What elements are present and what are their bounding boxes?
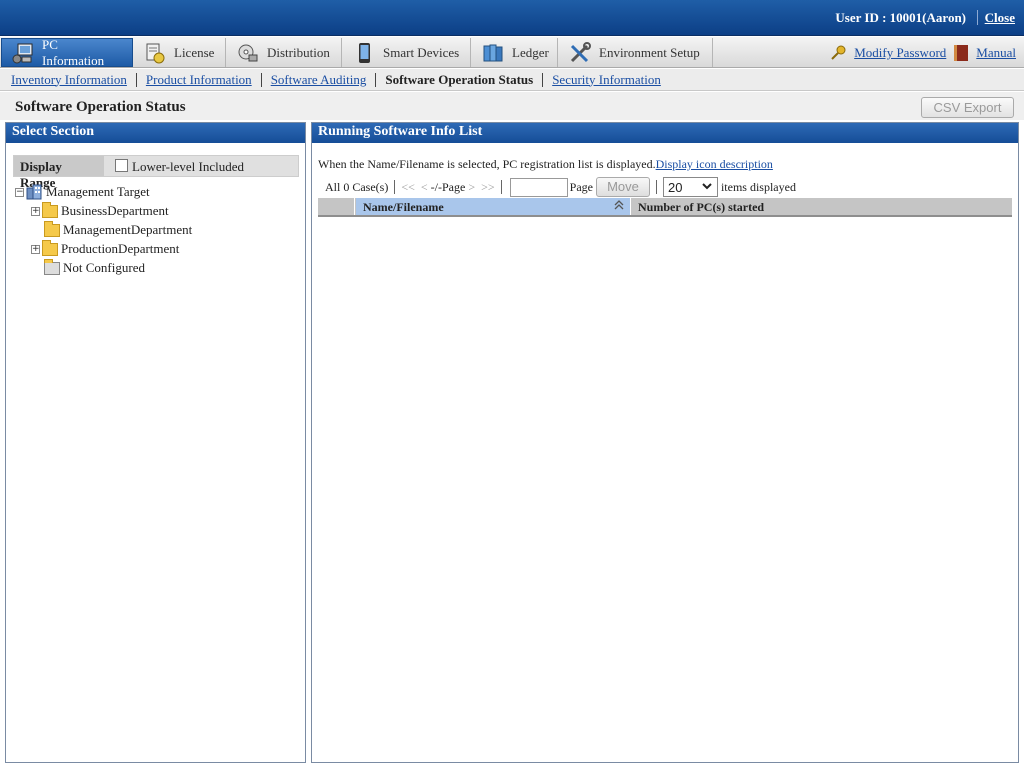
tree-node-root[interactable]: − Management Target	[15, 183, 150, 201]
tab-label: Environment Setup	[599, 44, 700, 60]
expand-icon[interactable]: +	[31, 206, 40, 216]
next-page-button[interactable]: >	[468, 180, 475, 195]
tree-node-production[interactable]: + ProductionDepartment	[31, 239, 180, 258]
folder-pc-icon	[42, 201, 58, 218]
subnav-separator	[375, 72, 377, 87]
first-page-button[interactable]: <<	[401, 180, 415, 195]
tree-node-label: Management Target	[46, 184, 150, 199]
collapse-icon[interactable]: −	[15, 187, 24, 197]
tab-label: Smart Devices	[383, 44, 460, 60]
folder-pc-icon	[42, 239, 58, 256]
manual-link[interactable]: Manual	[976, 45, 1016, 61]
smartphone-icon	[353, 42, 375, 64]
tree-node-label: Not Configured	[63, 260, 145, 275]
items-displayed-label: items displayed	[720, 179, 796, 194]
table-header: Name/Filename Number of PC(s) started	[318, 198, 1012, 217]
key-icon	[830, 45, 846, 61]
top-header: User ID : 10001(Aaron) Close	[0, 0, 1024, 36]
building-icon	[26, 184, 42, 200]
subnav-separator	[542, 72, 544, 87]
manual-book-icon	[954, 45, 969, 61]
icon-column-header	[318, 198, 355, 215]
items-per-page-select[interactable]: 20	[662, 177, 718, 197]
page-indicator: -/-Page	[430, 179, 466, 194]
folder-pc-icon	[44, 220, 60, 237]
tab-label: Distribution	[267, 44, 330, 60]
pc-count-column-header[interactable]: Number of PC(s) started	[632, 198, 1012, 215]
move-button[interactable]: Move	[595, 177, 650, 197]
tree-node-label: ManagementDepartment	[63, 222, 193, 237]
close-link[interactable]: Close	[985, 10, 1015, 26]
license-icon	[144, 42, 166, 64]
subnav-software-auditing[interactable]: Software Auditing	[271, 72, 367, 88]
ledger-icon	[482, 42, 504, 64]
subnav-product-information[interactable]: Product Information	[146, 72, 252, 88]
tab-label: Ledger	[512, 44, 549, 60]
pager-separator	[500, 180, 502, 194]
tab-license[interactable]: License	[134, 38, 226, 67]
top-right-links: Modify Password Manual	[830, 45, 1016, 61]
prev-page-button[interactable]: <	[421, 180, 428, 195]
items-per-page-value: 20	[667, 179, 683, 195]
select-section-title: Select Section	[6, 123, 305, 143]
column-label: Number of PC(s) started	[638, 200, 765, 214]
tab-distribution[interactable]: Distribution	[227, 38, 342, 67]
lower-level-label[interactable]: Lower-level Included	[132, 159, 244, 175]
distribution-icon	[237, 42, 259, 64]
description-text: When the Name/Filename is selected, PC r…	[318, 157, 656, 171]
csv-export-button[interactable]: CSV Export	[921, 97, 1014, 118]
tab-pc-information[interactable]: PC Information	[1, 36, 133, 68]
tab-ledger[interactable]: Ledger	[472, 38, 558, 67]
display-range-label: Display Range	[14, 156, 104, 190]
select-section-panel: Select Section Display Range Lower-level…	[5, 122, 306, 763]
chevron-down-icon	[701, 180, 713, 195]
tree-node-label: BusinessDepartment	[61, 203, 169, 218]
pc-icon	[12, 42, 34, 64]
subnav-separator	[260, 72, 262, 87]
sub-navigation: Inventory Information Product Informatio…	[0, 69, 1024, 91]
case-count: All 0 Case(s)	[325, 179, 389, 194]
running-software-panel: Running Software Info List When the Name…	[311, 122, 1019, 763]
subnav-software-operation-status: Software Operation Status	[385, 71, 534, 87]
name-column-header[interactable]: Name/Filename	[356, 198, 631, 215]
page-header: Software Operation Status CSV Export	[0, 92, 1024, 120]
page-number-input[interactable]	[509, 177, 568, 197]
tree-node-not-configured[interactable]: Not Configured	[44, 258, 145, 277]
sort-ascending-icon[interactable]	[614, 199, 624, 214]
tab-label: License	[174, 44, 215, 60]
page-label: Page	[569, 179, 593, 194]
modify-password-link[interactable]: Modify Password	[854, 45, 946, 61]
header-separator	[977, 10, 978, 25]
tab-smart-devices[interactable]: Smart Devices	[343, 38, 471, 67]
tab-environment-setup[interactable]: Environment Setup	[559, 38, 713, 67]
subnav-separator	[135, 72, 137, 87]
expand-icon[interactable]: +	[31, 244, 40, 254]
subnav-inventory-information[interactable]: Inventory Information	[11, 72, 127, 88]
tree-node-management[interactable]: ManagementDepartment	[44, 220, 193, 239]
column-label: Name/Filename	[363, 200, 444, 214]
display-icon-description-link[interactable]: Display icon description	[656, 157, 773, 171]
pager-separator	[394, 180, 396, 194]
tree-node-business[interactable]: + BusinessDepartment	[31, 201, 169, 220]
running-software-title: Running Software Info List	[312, 123, 1018, 143]
user-id-label: User ID : 10001(Aaron)	[835, 10, 966, 25]
list-description: When the Name/Filename is selected, PC r…	[318, 157, 773, 172]
tools-icon	[569, 41, 591, 64]
main-tab-bar: PC Information License Distribution Smar…	[0, 37, 1024, 68]
pagination-bar: All 0 Case(s) << < -/-Page > >> Page Mov…	[325, 177, 796, 197]
page-title: Software Operation Status	[15, 99, 186, 115]
display-range-row: Display Range Lower-level Included	[13, 155, 299, 190]
pager-separator	[655, 180, 657, 194]
tab-label: PC Information	[42, 36, 105, 68]
tree-node-label: ProductionDepartment	[61, 241, 180, 256]
last-page-button[interactable]: >>	[481, 180, 495, 195]
subnav-security-information[interactable]: Security Information	[552, 72, 661, 88]
lower-level-checkbox[interactable]	[115, 159, 128, 172]
folder-user-icon	[44, 258, 60, 275]
